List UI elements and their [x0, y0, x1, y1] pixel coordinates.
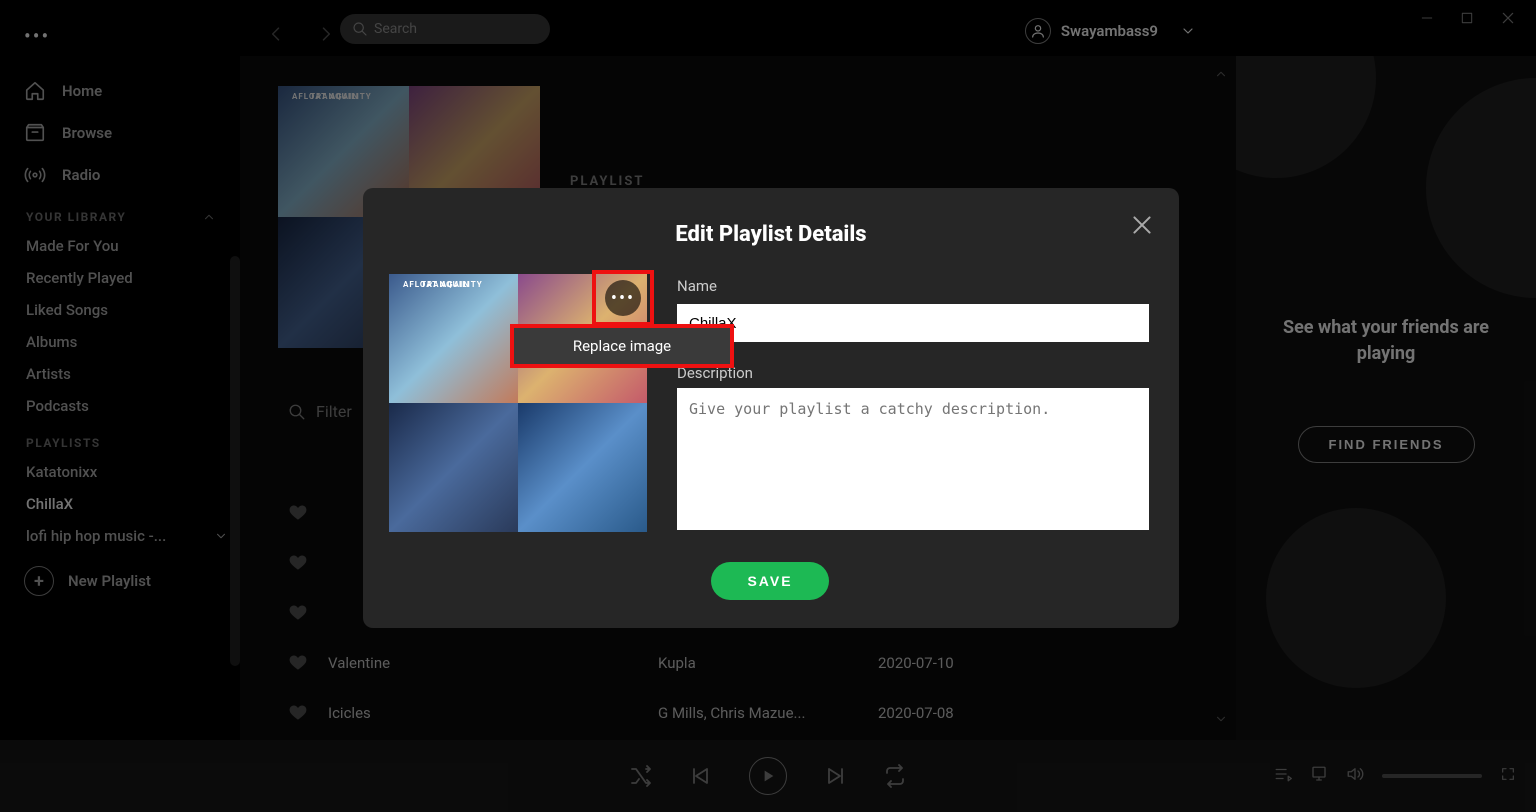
annotation-highlight-cover-options: •••	[592, 270, 654, 326]
replace-image-menu-item[interactable]: Replace image	[573, 337, 671, 355]
edit-playlist-modal: Edit Playlist Details TRANQUILITY AFLOAT…	[363, 188, 1179, 628]
annotation-highlight-replace-image: Replace image	[510, 324, 734, 368]
modal-title: Edit Playlist Details	[363, 222, 1179, 247]
name-field-label: Name	[677, 277, 717, 295]
save-button[interactable]: SAVE	[711, 562, 829, 600]
modal-close-button[interactable]	[1129, 212, 1155, 238]
playlist-description-input[interactable]	[677, 388, 1149, 530]
playlist-name-input[interactable]	[677, 304, 1149, 342]
cover-options-button[interactable]: •••	[605, 280, 641, 316]
